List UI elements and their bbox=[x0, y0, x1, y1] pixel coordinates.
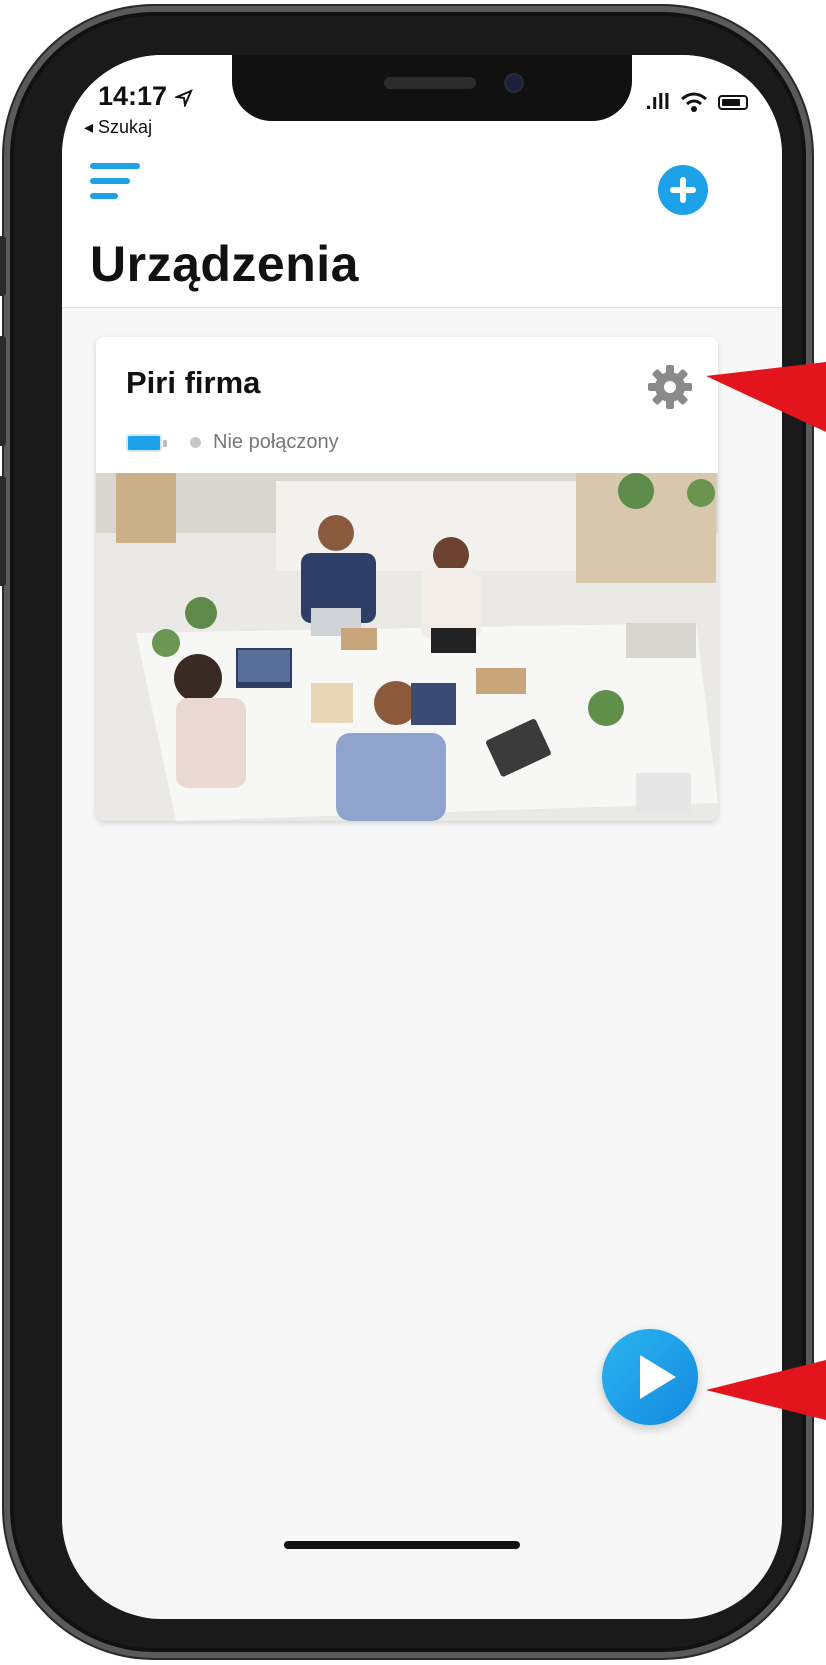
menu-icon-line bbox=[90, 193, 118, 199]
menu-icon-line bbox=[90, 178, 130, 184]
gear-annotation-arrow bbox=[706, 362, 826, 432]
connection-status: Nie połączony bbox=[213, 431, 339, 453]
volume-down-button bbox=[0, 476, 6, 586]
device-name: Piri firma bbox=[126, 365, 261, 400]
menu-icon bbox=[90, 163, 140, 169]
notch bbox=[232, 55, 632, 121]
status-icons: .ıll bbox=[646, 89, 748, 115]
battery-icon bbox=[126, 433, 167, 452]
speaker bbox=[384, 77, 476, 89]
signal-icon: .ıll bbox=[645, 89, 670, 114]
status-battery-icon bbox=[718, 94, 748, 110]
back-to-search-link[interactable]: ◂ Szukaj bbox=[84, 117, 152, 138]
status-dot bbox=[190, 437, 201, 448]
volume-up-button bbox=[0, 336, 6, 446]
wifi-icon bbox=[681, 92, 707, 112]
front-camera bbox=[504, 73, 524, 93]
play-button[interactable] bbox=[602, 1329, 698, 1425]
page-title: Urządzenia bbox=[90, 236, 359, 292]
screen: 14:17 ◂ Szukaj .ıll Urządzenia Piri firm… bbox=[62, 55, 782, 1619]
phone-frame: 14:17 ◂ Szukaj .ıll Urządzenia Piri firm… bbox=[0, 6, 812, 1658]
add-device-button[interactable] bbox=[658, 165, 708, 215]
device-card[interactable]: Piri firma Nie połączony bbox=[96, 337, 718, 821]
app-header: 14:17 ◂ Szukaj .ıll Urządzenia bbox=[62, 55, 782, 308]
location-arrow-icon bbox=[172, 88, 193, 109]
side-button bbox=[0, 236, 6, 296]
home-indicator bbox=[284, 1541, 520, 1549]
status-time: 14:17 bbox=[98, 81, 193, 112]
menu-button[interactable] bbox=[90, 163, 140, 205]
device-status-row: Nie połączony bbox=[126, 431, 339, 454]
gear-icon[interactable] bbox=[644, 361, 696, 413]
device-preview-image bbox=[96, 473, 718, 821]
play-annotation-arrow bbox=[706, 1360, 826, 1420]
